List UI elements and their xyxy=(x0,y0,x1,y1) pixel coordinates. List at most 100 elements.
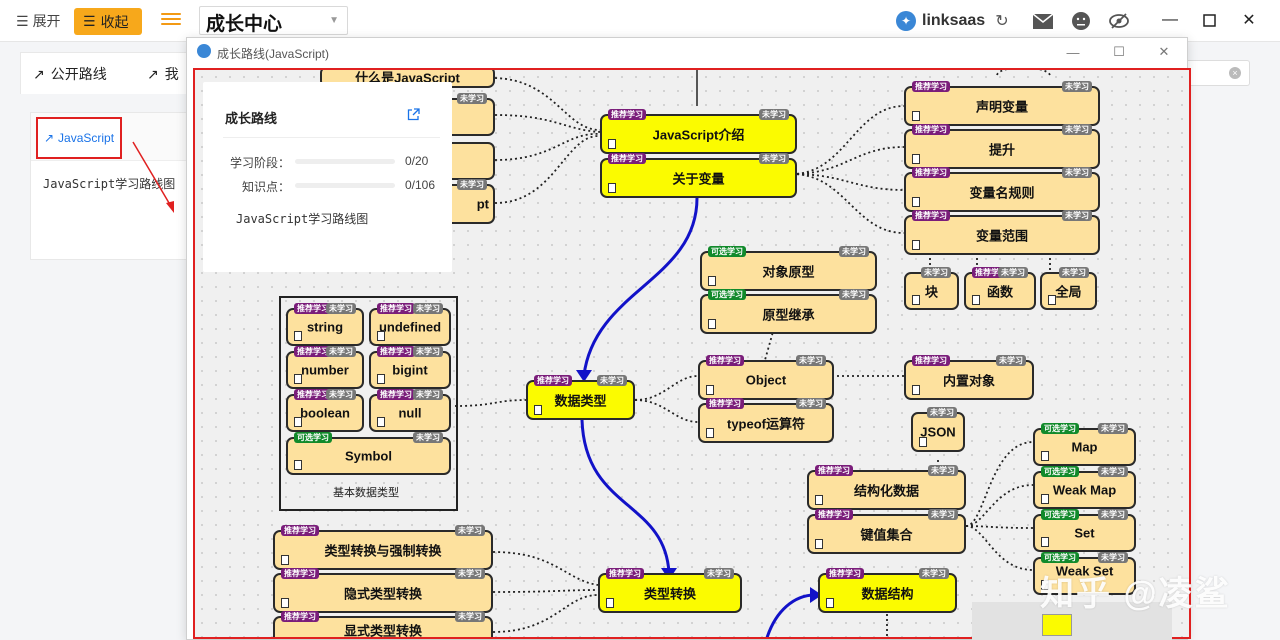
node-null[interactable]: 推荐学习 未学习 null xyxy=(369,389,451,432)
doc-icon xyxy=(1041,494,1049,504)
badge-optional: 可选学习 xyxy=(1041,466,1079,477)
badge-optional: 可选学习 xyxy=(708,289,746,300)
close-icon[interactable]: ✕ xyxy=(1154,42,1174,62)
badge-recommended: 推荐学习 xyxy=(281,568,319,579)
doc-icon xyxy=(826,598,834,608)
node-data-types[interactable]: 推荐学习 未学习 数据类型 xyxy=(526,375,635,420)
node-implicit-conversion[interactable]: 推荐学习 未学习 隐式类型转换 xyxy=(273,568,493,613)
node-label: 变量名规则 xyxy=(969,185,1035,201)
doc-icon xyxy=(706,428,714,438)
badge-unlearned: 未学习 xyxy=(457,93,487,104)
eye-off-icon[interactable] xyxy=(1109,11,1129,31)
badge-unlearned: 未学习 xyxy=(704,568,734,579)
node-type-conv-forced[interactable]: 推荐学习 未学习 类型转换与强制转换 xyxy=(273,525,493,570)
badge-recommended: 推荐学习 xyxy=(281,525,319,536)
section-select[interactable]: 成长中心 ▼ xyxy=(199,6,348,35)
maximize-icon[interactable]: ☐ xyxy=(1109,42,1129,62)
doc-icon xyxy=(1041,451,1049,461)
doc-icon xyxy=(972,295,980,305)
doc-icon xyxy=(294,417,302,427)
divider xyxy=(223,137,440,138)
external-link-icon[interactable] xyxy=(407,108,421,122)
node-symbol[interactable]: 可选学习 未学习 Symbol xyxy=(286,432,451,475)
node-weakmap[interactable]: 可选学习 未学习 Weak Map xyxy=(1033,466,1136,509)
doc-icon xyxy=(281,555,289,565)
node-declare-vars[interactable]: 推荐学习 未学习 声明变量 xyxy=(904,81,1100,126)
badge-unlearned: 未学习 xyxy=(455,568,485,579)
knowledge-value: 0/106 xyxy=(405,178,436,192)
node-function[interactable]: 推荐学习 未学习 函数 xyxy=(964,267,1036,310)
doc-icon xyxy=(294,331,302,341)
node-global[interactable]: 未学习 全局 xyxy=(1040,267,1097,310)
badge-unlearned: 未学习 xyxy=(413,346,443,357)
node-undefined[interactable]: 推荐学习 未学习 undefined xyxy=(369,303,451,346)
node-label: 结构化数据 xyxy=(853,483,919,499)
mail-icon[interactable] xyxy=(1033,11,1053,31)
search-input[interactable]: × xyxy=(1186,60,1250,86)
node-about-vars[interactable]: 推荐学习 未学习 关于变量 xyxy=(600,153,797,198)
badge-recommended: 推荐学习 xyxy=(912,124,950,135)
badge-recommended: 推荐学习 xyxy=(377,389,415,400)
node-map[interactable]: 可选学习 未学习 Map xyxy=(1033,423,1136,466)
knowledge-label: 知识点： xyxy=(241,180,290,194)
doc-icon xyxy=(281,598,289,608)
badge-unlearned: 未学习 xyxy=(1098,423,1128,434)
watermark: 知乎 @凌鲨 xyxy=(1040,575,1231,613)
maximize-icon[interactable] xyxy=(1198,9,1220,31)
node-object[interactable]: 推荐学习 未学习 Object xyxy=(698,355,834,400)
node-type-conversion[interactable]: 推荐学习 未学习 类型转换 xyxy=(598,568,742,613)
node-data-structures[interactable]: 推荐学习 未学习 数据结构 xyxy=(818,568,957,613)
badge-unlearned: 未学习 xyxy=(1062,81,1092,92)
node-label: 原型继承 xyxy=(762,307,815,323)
brand-name: linksaas xyxy=(922,12,986,29)
node-keyed-collections[interactable]: 推荐学习 未学习 键值集合 xyxy=(807,509,966,554)
badge-recommended: 推荐学习 xyxy=(912,81,950,92)
node-prototype-inheritance[interactable]: 可选学习 未学习 原型继承 xyxy=(700,289,877,334)
node-label: JavaScript介绍 xyxy=(652,127,745,143)
info-panel-title: 成长路线 xyxy=(225,111,278,126)
brand-logo-icon: ✦ xyxy=(896,11,916,31)
doc-icon xyxy=(912,385,920,395)
close-icon[interactable]: ✕ xyxy=(1238,9,1260,31)
node-typeof-operator[interactable]: 推荐学习 未学习 typeof运算符 xyxy=(698,398,834,443)
node-builtin-objects[interactable]: 推荐学习 未学习 内置对象 xyxy=(904,355,1034,400)
minimize-icon[interactable]: — xyxy=(1159,9,1181,31)
badge-unlearned: 未学习 xyxy=(759,153,789,164)
doc-icon xyxy=(608,139,616,149)
node-json[interactable]: 未学习 JSON xyxy=(911,407,965,452)
node-label: Object xyxy=(745,372,787,388)
node-label: 提升 xyxy=(988,142,1015,158)
primitive-types-group: 推荐学习 未学习 string 推荐学习 未学习 undefined 推荐学习 … xyxy=(279,296,458,511)
refresh-icon[interactable]: ↻ xyxy=(992,11,1012,31)
node-set[interactable]: 可选学习 未学习 Set xyxy=(1033,509,1136,552)
node-structured-data[interactable]: 推荐学习 未学习 结构化数据 xyxy=(807,465,966,510)
node-explicit-conversion[interactable]: 推荐学习 未学习 显式类型转换 xyxy=(273,611,493,637)
badge-unlearned: 未学习 xyxy=(921,267,951,278)
doc-icon xyxy=(912,240,920,250)
badge-unlearned: 未学习 xyxy=(326,346,356,357)
doc-icon xyxy=(815,495,823,505)
node-label: 数据类型 xyxy=(554,393,607,409)
status-face-icon[interactable] xyxy=(1071,11,1091,31)
badge-recommended: 推荐学习 xyxy=(608,109,646,120)
node-boolean[interactable]: 推荐学习 未学习 boolean xyxy=(286,389,364,432)
node-number[interactable]: 推荐学习 未学习 number xyxy=(286,346,364,389)
node-object-prototype[interactable]: 可选学习 未学习 对象原型 xyxy=(700,246,877,291)
badge-recommended: 推荐学习 xyxy=(377,303,415,314)
node-string[interactable]: 推荐学习 未学习 string xyxy=(286,303,364,346)
badge-unlearned: 未学习 xyxy=(928,509,958,520)
doc-icon xyxy=(534,405,542,415)
node-hoisting[interactable]: 推荐学习 未学习 提升 xyxy=(904,124,1100,169)
node-naming-rules[interactable]: 推荐学习 未学习 变量名规则 xyxy=(904,167,1100,212)
badge-recommended: 推荐学习 xyxy=(377,346,415,357)
doc-icon xyxy=(377,417,385,427)
brand[interactable]: ✦ linksaas xyxy=(896,10,985,32)
node-label: 键值集合 xyxy=(860,527,913,543)
node-js-intro[interactable]: 推荐学习 未学习 JavaScript介绍 xyxy=(600,109,797,154)
node-var-scope[interactable]: 推荐学习 未学习 变量范围 xyxy=(904,210,1100,255)
node-label: 对象原型 xyxy=(762,264,815,280)
minimize-icon[interactable]: — xyxy=(1063,42,1083,62)
clear-icon[interactable]: × xyxy=(1229,67,1241,79)
node-bigint[interactable]: 推荐学习 未学习 bigint xyxy=(369,346,451,389)
node-block[interactable]: 未学习 块 xyxy=(904,267,959,310)
